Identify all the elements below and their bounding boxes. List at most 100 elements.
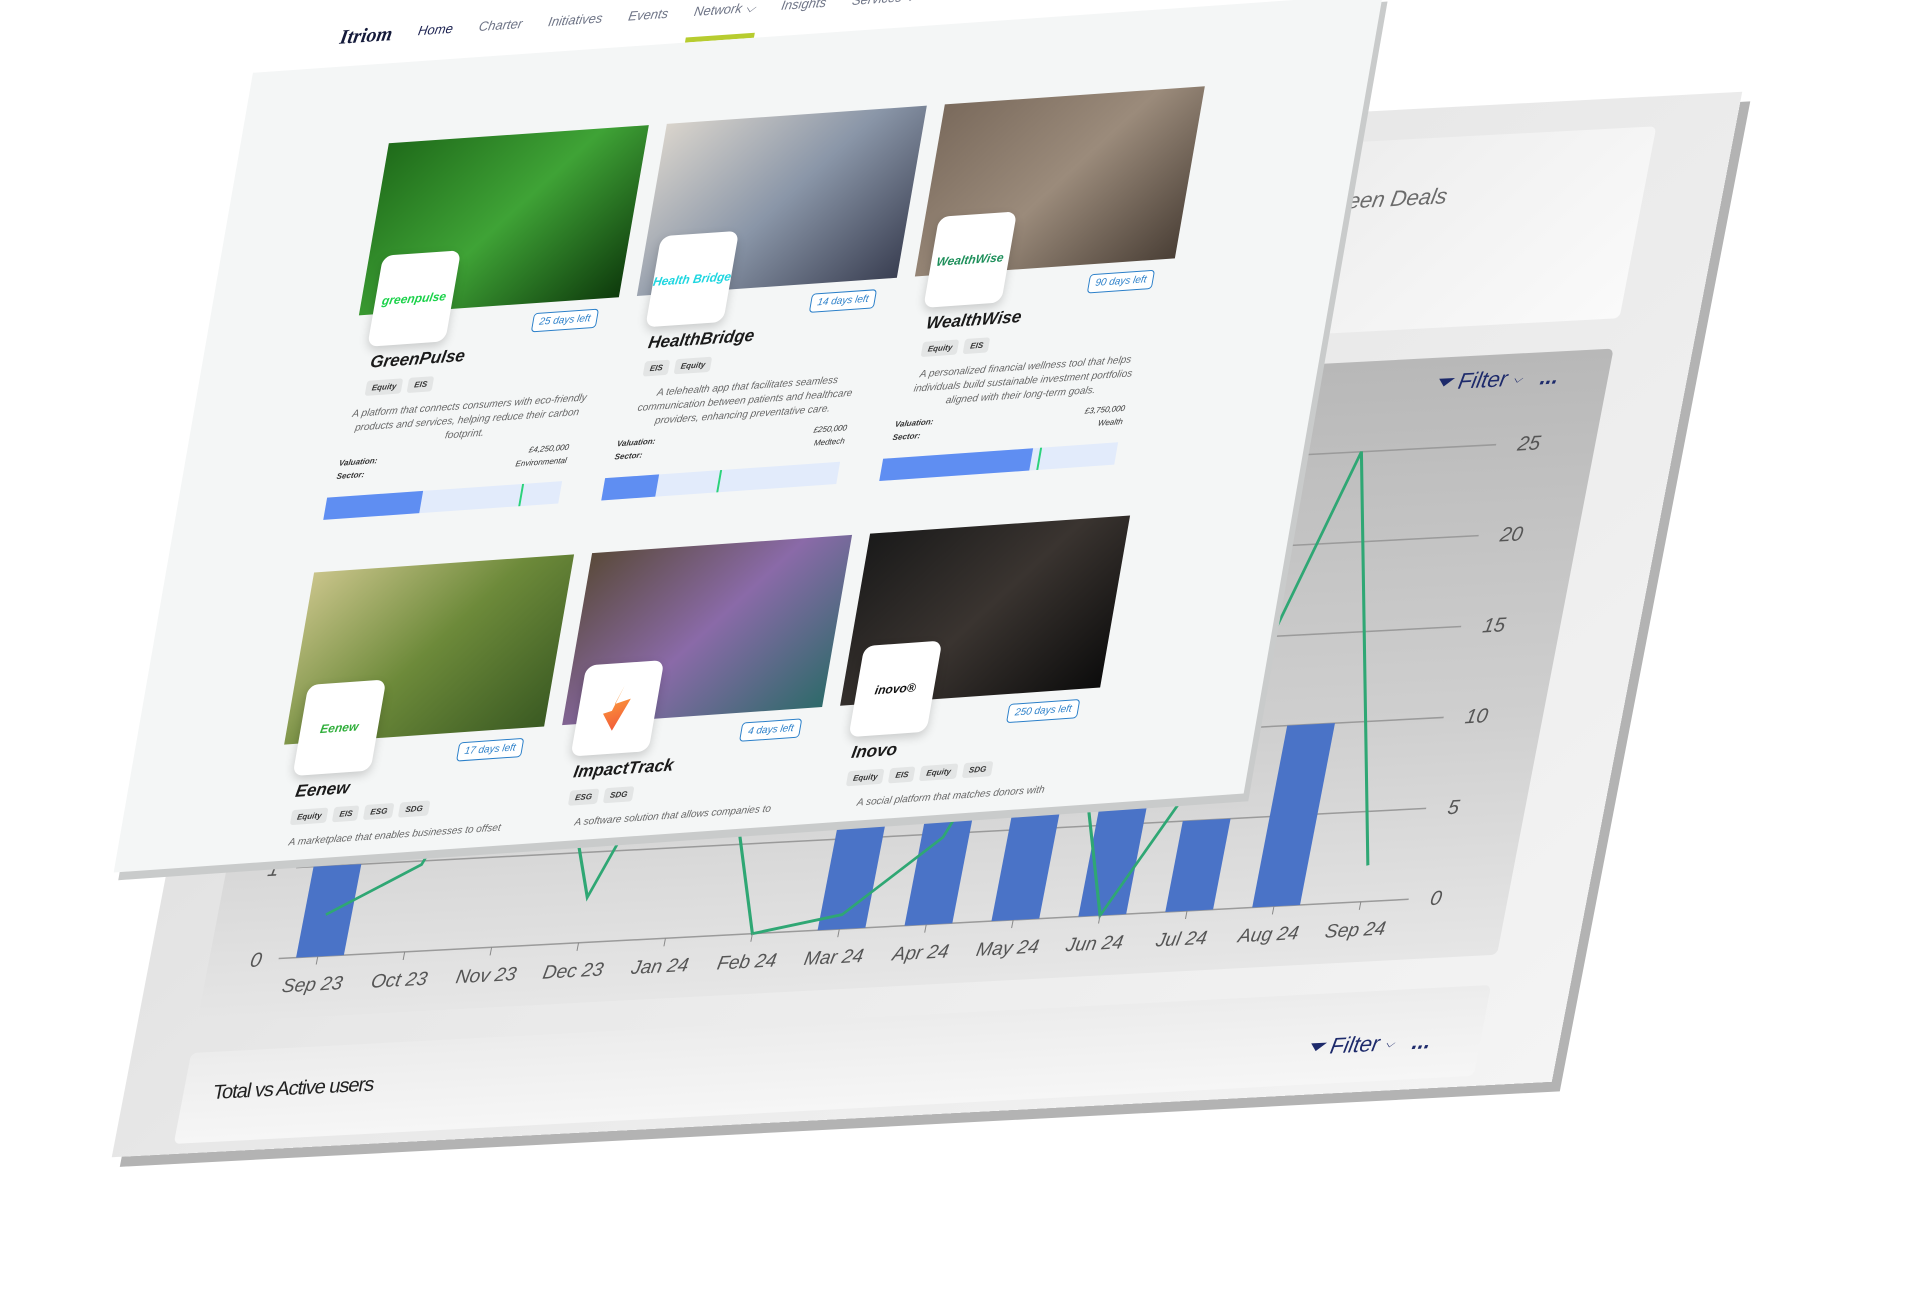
- x-axis-tick-label: Apr 24: [890, 942, 951, 966]
- nav-home[interactable]: Home: [417, 21, 454, 40]
- tag-chip: EIS: [963, 337, 991, 355]
- company-logo-text: greenpulse: [380, 289, 448, 308]
- chevron-down-icon: ⌵: [1512, 370, 1524, 386]
- funding-progress-fill: [323, 490, 424, 520]
- deal-card-title: WealthWise: [924, 306, 1024, 333]
- nav-charter[interactable]: Charter: [478, 16, 524, 35]
- deal-tags: Equity EIS: [364, 376, 435, 396]
- x-axis-tick-label: Sep 23: [280, 973, 344, 997]
- users-toolbar: ⏷ Filter ⌵ ...: [1304, 1028, 1434, 1061]
- tag-chip: ESG: [363, 802, 395, 821]
- x-axis-tick-label: Oct 23: [369, 969, 429, 993]
- sector-value: Medtech: [813, 436, 846, 448]
- filter-icon: ⏷: [1304, 1033, 1328, 1060]
- days-left-badge: 90 days left: [1086, 269, 1156, 294]
- x-axis-tick-label: Dec 23: [541, 960, 605, 984]
- users-card-title: Total vs Active users: [211, 1073, 376, 1105]
- deal-description: A platform that connects consumers with …: [351, 392, 588, 442]
- deal-card-title: HealthBridge: [646, 325, 756, 353]
- x-axis-tick-label: May 24: [974, 937, 1040, 961]
- deal-tags: EIS Equity: [642, 356, 713, 377]
- tag-chip: ESG: [567, 788, 600, 806]
- valuation-label: Valuation:: [616, 436, 657, 449]
- days-left-badge: 4 days left: [739, 718, 803, 742]
- deal-cards-grid: greenpulse 25 days left GreenPulse Equit…: [244, 86, 1205, 977]
- nav-services[interactable]: Services ⌵: [851, 0, 917, 9]
- sector-label: Sector:: [613, 450, 644, 462]
- deal-description: A software solution that allows companie…: [573, 803, 772, 829]
- deal-card-title: Inovo: [850, 739, 899, 763]
- x-tick: [1271, 906, 1275, 915]
- funding-target-marker: [518, 483, 525, 507]
- tag-chip: Equity: [673, 356, 713, 375]
- sector-value: Environmental: [514, 455, 568, 469]
- deal-card[interactable]: 4 days left ImpactTrack ESG SDG A softwar…: [522, 534, 853, 958]
- filter-label: Filter: [1328, 1030, 1382, 1059]
- x-axis-tick-label: Aug 24: [1235, 923, 1300, 947]
- tag-chip: SDG: [602, 786, 635, 804]
- funding-target-marker: [716, 469, 723, 493]
- sector-label: Sector:: [335, 469, 366, 481]
- tag-chip: EIS: [332, 805, 360, 823]
- funding-progress-fill: [601, 474, 660, 501]
- x-axis-tick-label: Jul 24: [1153, 928, 1209, 952]
- tag-chip: Equity: [364, 378, 404, 396]
- users-filter-button[interactable]: ⏷ Filter ⌵: [1304, 1030, 1397, 1061]
- deal-card-title: GreenPulse: [368, 345, 467, 372]
- deal-tags: Equity EIS Equity SDG: [845, 761, 994, 787]
- deal-card-title: ImpactTrack: [572, 755, 676, 782]
- tag-chip: SDG: [398, 800, 431, 818]
- filter-button[interactable]: ⏷ Filter ⌵: [1432, 365, 1525, 396]
- right-axis-tick-label: 10: [1463, 705, 1490, 728]
- nav-initiatives[interactable]: Initiatives: [547, 10, 604, 30]
- deal-card-title: Eenew: [294, 777, 352, 801]
- deal-details: Valuation: £3,750,000 Sector: Wealth: [891, 404, 1126, 446]
- valuation-value: £3,750,000: [1084, 403, 1126, 416]
- right-axis-tick-label: 15: [1481, 614, 1508, 637]
- deals-page-window: Itriom Home Charter Initiatives Events N…: [5, 0, 1430, 873]
- tag-chip: EIS: [407, 376, 435, 394]
- deal-card[interactable]: greenpulse 25 days left GreenPulse Equit…: [318, 125, 649, 548]
- x-axis-tick-label: Jun 24: [1063, 932, 1125, 956]
- deal-tags: Equity EIS ESG SDG: [289, 800, 431, 826]
- x-axis-tick-label: Jan 24: [628, 955, 690, 979]
- tag-chip: Equity: [919, 763, 959, 782]
- days-left-badge: 25 days left: [530, 308, 600, 333]
- deal-card[interactable]: Health Bridge 14 days left HealthBridge …: [596, 105, 927, 529]
- more-options-button[interactable]: ...: [1538, 363, 1561, 390]
- deal-description: A telehealth app that facilitates seamle…: [636, 374, 854, 427]
- x-tick: [1184, 910, 1188, 920]
- deal-card[interactable]: WealthWise 90 days left WealthWise Equit…: [874, 86, 1205, 509]
- company-logo: Eenew: [292, 679, 387, 777]
- sector-label: Sector:: [891, 431, 922, 443]
- company-logo: inovo®: [848, 640, 943, 738]
- right-axis-tick-label: 0: [1428, 888, 1444, 911]
- company-logo: Health Bridge: [645, 230, 740, 328]
- company-logo-text: Health Bridge: [651, 269, 733, 289]
- tag-chip: Equity: [845, 768, 885, 787]
- deals-content: greenpulse 25 days left GreenPulse Equit…: [113, 0, 1383, 873]
- itriom-logo[interactable]: Itriom: [338, 23, 394, 50]
- x-axis-tick-label: Mar 24: [802, 946, 865, 970]
- valuation-label: Valuation:: [338, 456, 379, 468]
- nav-network[interactable]: Network ⌵: [693, 0, 757, 20]
- deal-card[interactable]: Eenew 17 days left Eenew Equity EIS ESG SDG…: [244, 554, 575, 977]
- funding-progress-bar: [879, 442, 1119, 482]
- users-more-options-button[interactable]: ...: [1410, 1028, 1433, 1055]
- funding-target-marker: [1036, 447, 1043, 470]
- company-logo: [570, 660, 665, 757]
- deal-details: Valuation: £4,250,000 Sector: Environmenta…: [335, 443, 570, 485]
- tag-chip: Equity: [289, 807, 329, 826]
- right-axis-tick-label: 20: [1497, 523, 1525, 546]
- deal-description: A personalized financial wellness tool t…: [912, 354, 1134, 407]
- valuation-value: £250,000: [812, 423, 848, 435]
- flame-logo-icon: [597, 685, 639, 732]
- nav-insights[interactable]: Insights: [780, 0, 827, 14]
- funding-progress-bar: [601, 461, 841, 501]
- nav-events[interactable]: Events: [627, 6, 669, 25]
- funding-progress-fill: [879, 448, 1034, 482]
- company-logo: WealthWise: [923, 211, 1018, 308]
- tag-chip: Equity: [920, 339, 960, 358]
- deal-description: A marketplace that enables businesses to…: [287, 822, 502, 849]
- tag-chip: SDG: [961, 761, 994, 779]
